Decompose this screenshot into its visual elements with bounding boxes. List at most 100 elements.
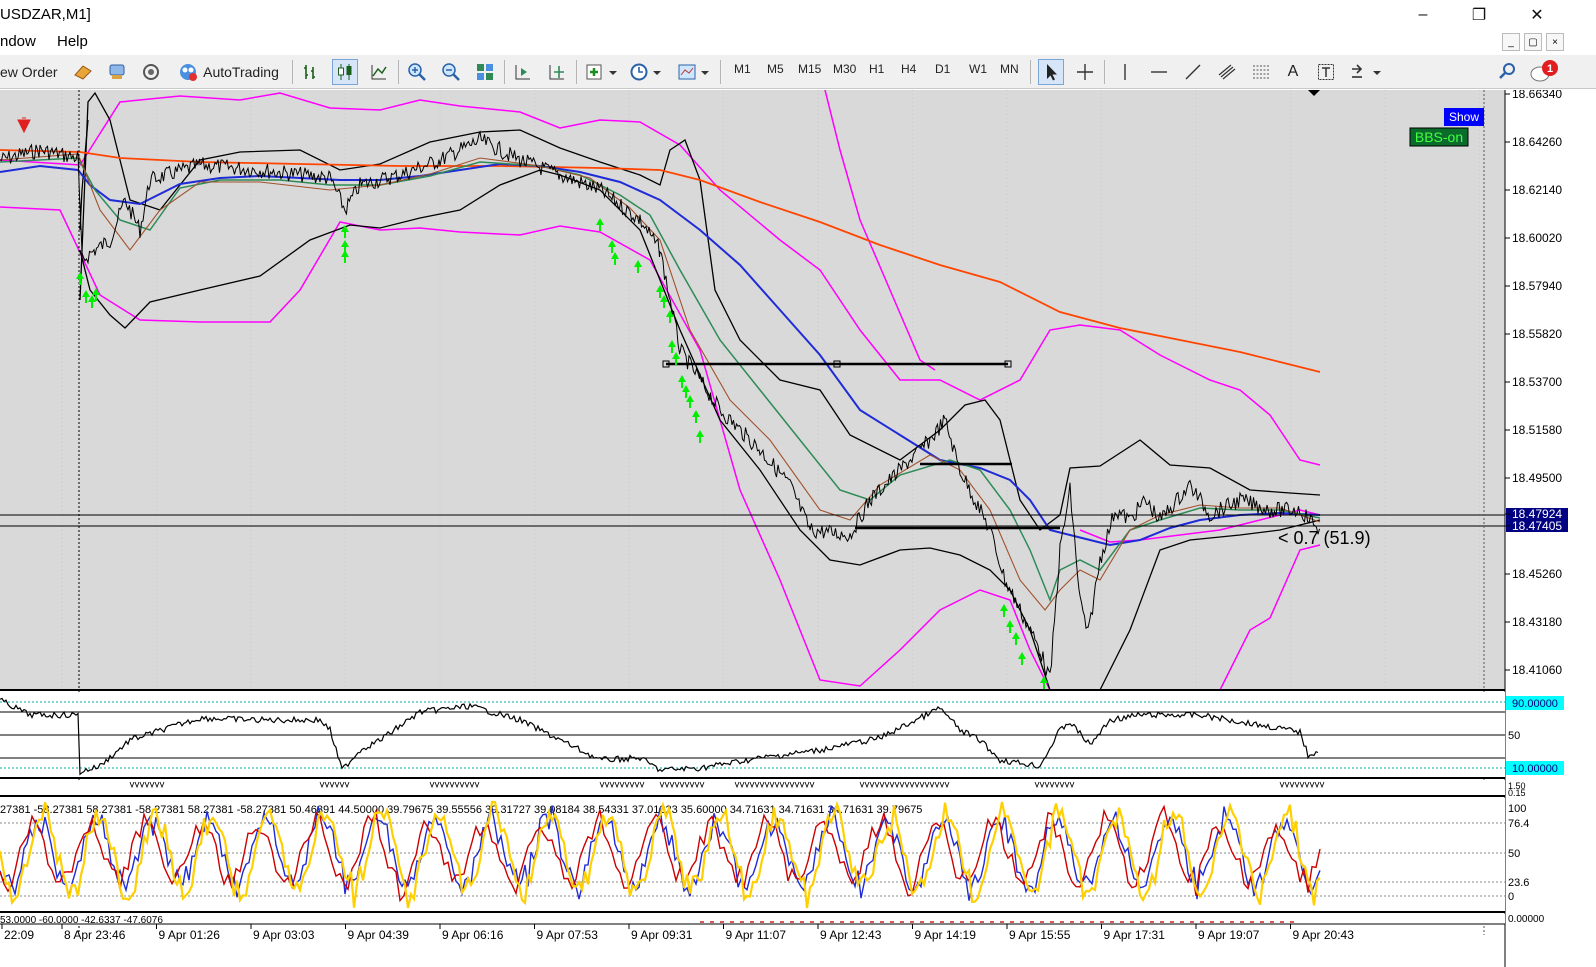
toolbar-separator xyxy=(1030,60,1031,84)
price-label: 18.41060 xyxy=(1512,663,1562,677)
zoom-out-button[interactable] xyxy=(438,59,464,85)
stoch-scale-0: 0 xyxy=(1508,891,1514,903)
search-icon xyxy=(1499,63,1515,79)
bar-chart-button[interactable] xyxy=(298,59,324,85)
text-label-button[interactable] xyxy=(1313,59,1339,85)
crosshair-icon xyxy=(1077,64,1093,80)
close-button[interactable]: ✕ xyxy=(1514,0,1560,30)
metaeditor-button[interactable] xyxy=(70,59,96,85)
chart-area[interactable]: Show BBS-on < 0.7 (51.9) 18.66340 18.6426… xyxy=(0,87,1596,967)
timeframe-m5[interactable]: M5 xyxy=(767,62,784,76)
timeframe-h4[interactable]: H4 xyxy=(901,62,916,76)
trendline-button[interactable] xyxy=(1180,59,1206,85)
title-bar: USDZAR,M1] – ❐ ✕ xyxy=(0,0,1596,30)
text-tool-label: A xyxy=(1287,63,1299,80)
time-label: 9 Apr 04:39 xyxy=(348,928,410,942)
text-tool-button[interactable]: A xyxy=(1280,59,1306,85)
autotrading-button[interactable]: AutoTrading xyxy=(170,59,286,85)
chart-shift-icon xyxy=(549,65,564,80)
arrows-dropdown[interactable] xyxy=(1346,59,1386,85)
line-chart-icon xyxy=(371,65,387,80)
crosshair-button[interactable] xyxy=(1072,59,1098,85)
periods-dropdown[interactable] xyxy=(626,59,666,85)
time-label: 9 Apr 19:07 xyxy=(1198,928,1260,942)
search-button[interactable] xyxy=(1494,59,1520,85)
timeframe-m30[interactable]: M30 xyxy=(833,62,856,76)
arrows-icon xyxy=(1352,64,1381,78)
time-label: 9 Apr 03:03 xyxy=(253,928,315,942)
toolbar-separator xyxy=(292,60,293,84)
indicators-dropdown[interactable] xyxy=(582,59,622,85)
menu-help[interactable]: Help xyxy=(57,33,88,50)
tile-windows-icon xyxy=(477,64,493,80)
bottom-scale-label: 0.00000 xyxy=(1508,914,1545,925)
restore-icon: ❐ xyxy=(1471,7,1487,24)
maximize-button[interactable]: ❐ xyxy=(1456,0,1502,30)
price-label: 18.49500 xyxy=(1512,471,1562,485)
auto-scroll-button[interactable] xyxy=(510,59,536,85)
signals-button[interactable] xyxy=(138,59,164,85)
toolbar-separator xyxy=(576,60,577,84)
price-label: 18.47405 xyxy=(1512,519,1562,533)
equidistant-channel-button[interactable] xyxy=(1214,59,1240,85)
timeframe-m1[interactable]: M1 xyxy=(734,62,751,76)
bbs-label: BBS-on xyxy=(1415,129,1463,145)
mini-scale-low: 0.15 xyxy=(1508,788,1526,798)
clock-icon xyxy=(630,63,661,81)
tile-windows-button[interactable] xyxy=(472,59,498,85)
time-label: 9 Apr 12:43 xyxy=(820,928,882,942)
price-label: 18.45260 xyxy=(1512,567,1562,581)
chart-canvas[interactable]: Show BBS-on < 0.7 (51.9) 18.66340 18.6426… xyxy=(0,87,1596,967)
time-label: 9 Apr 15:55 xyxy=(1009,928,1071,942)
market-watch-button[interactable] xyxy=(104,59,130,85)
fibonacci-icon xyxy=(1253,65,1269,79)
notification-count: 1 xyxy=(1547,63,1553,75)
toolbar-separator xyxy=(720,60,721,84)
horizontal-line-button[interactable] xyxy=(1146,59,1172,85)
fibonacci-button[interactable] xyxy=(1248,59,1274,85)
timeframe-h1[interactable]: H1 xyxy=(869,62,884,76)
timeframe-m15[interactable]: M15 xyxy=(798,62,821,76)
horizontal-line-icon xyxy=(1151,71,1167,73)
timeframe-mn[interactable]: MN xyxy=(1000,62,1019,76)
child-minimize-button[interactable]: _ xyxy=(1502,33,1520,51)
time-label: 9 Apr 11:07 xyxy=(726,928,787,942)
menu-window[interactable]: ndow xyxy=(0,33,36,50)
stoch-scale-100: 100 xyxy=(1508,803,1526,815)
notifications-button[interactable]: 1 xyxy=(1528,59,1562,85)
minimize-icon: – xyxy=(1418,6,1428,23)
price-label: 18.51580 xyxy=(1512,423,1562,437)
trendline-icon xyxy=(1185,64,1201,80)
stoch-scale-50: 50 xyxy=(1508,848,1520,860)
candlestick-icon xyxy=(338,64,352,80)
text-label-icon xyxy=(1318,64,1334,80)
auto-scroll-icon xyxy=(515,65,530,80)
toolbar-separator xyxy=(398,60,399,84)
time-label: 9 Apr 01:26 xyxy=(159,928,221,942)
vertical-line-button[interactable] xyxy=(1112,59,1138,85)
minimize-button[interactable]: – xyxy=(1400,0,1446,30)
candlestick-button[interactable] xyxy=(332,59,358,85)
cursor-icon xyxy=(1047,64,1057,81)
zoom-in-icon xyxy=(408,63,426,81)
zoom-in-button[interactable] xyxy=(404,59,430,85)
templates-dropdown[interactable] xyxy=(674,59,714,85)
close-icon: ✕ xyxy=(1530,7,1544,24)
timeframe-w1[interactable]: W1 xyxy=(969,62,987,76)
cursor-tool-button[interactable] xyxy=(1038,59,1064,85)
market-watch-icon xyxy=(109,64,125,79)
child-restore-button[interactable]: ▢ xyxy=(1524,33,1542,51)
restore-icon: ▢ xyxy=(1528,36,1538,48)
new-order-button[interactable]: ew Order xyxy=(0,59,66,85)
window-title: USDZAR,M1] xyxy=(0,6,91,23)
autotrading-label: AutoTrading xyxy=(203,64,279,80)
indicators-icon xyxy=(586,64,617,80)
child-close-button[interactable]: × xyxy=(1546,33,1564,51)
price-label: 18.53700 xyxy=(1512,375,1562,389)
timeframe-d1[interactable]: D1 xyxy=(935,62,950,76)
price-label: 18.57940 xyxy=(1512,279,1562,293)
chart-shift-button[interactable] xyxy=(544,59,570,85)
line-chart-button[interactable] xyxy=(366,59,392,85)
time-label: 9 Apr 09:31 xyxy=(631,928,693,942)
main-toolbar: ew Order AutoTrading M1 M5 M15 M30 H1 H4… xyxy=(0,55,1596,89)
